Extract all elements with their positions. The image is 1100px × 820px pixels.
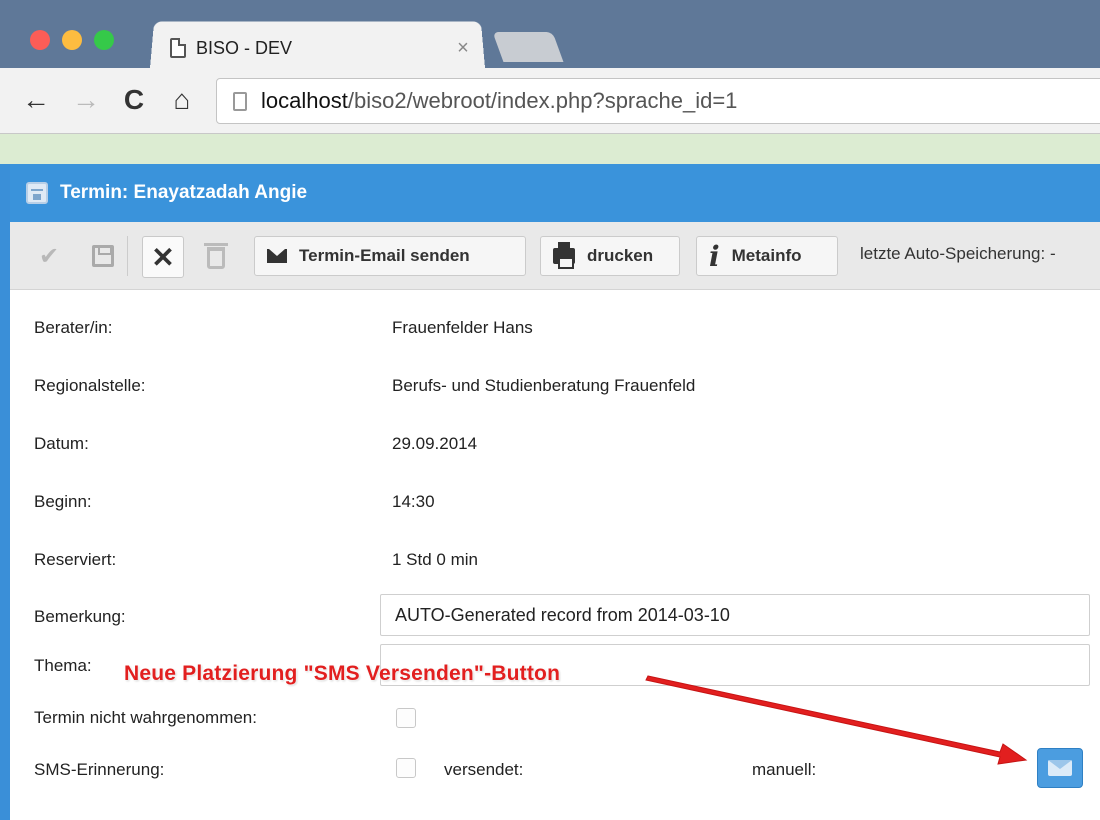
sms-erinnerung-checkbox[interactable] [396,758,416,778]
url-input[interactable]: localhost/biso2/webroot/index.php?sprach… [216,78,1100,124]
manuell-label: manuell: [752,760,817,779]
beginn-value: 14:30 [392,492,435,511]
trash-icon [204,243,228,269]
trash-button[interactable] [198,236,234,276]
forward-arrow-icon[interactable]: → [70,84,102,116]
thema-label: Thema: [34,656,92,675]
envelope-icon [267,249,287,263]
page-icon [233,91,247,111]
reserviert-label: Reserviert: [34,550,117,569]
maximize-window-button[interactable] [94,30,114,50]
dialog-left-border [0,164,10,820]
url-path: /biso2/webroot/index.php?sprache_id=1 [347,88,738,113]
metainfo-label: Metainfo [731,246,802,265]
send-email-button[interactable]: Termin-Email senden [254,236,526,276]
app-background-strip [0,134,1100,164]
reserviert-value: 1 Std 0 min [392,550,478,569]
sms-erinnerung-label: SMS-Erinnerung: [34,760,165,779]
envelope-icon [1048,760,1072,776]
autosave-status: letzte Auto-Speicherung: - [860,244,1056,263]
nicht-wahrgenommen-checkbox[interactable] [396,708,416,728]
datum-value: 29.09.2014 [392,434,478,453]
nicht-wahrgenommen-label: Termin nicht wahrgenommen: [34,708,257,727]
bemerkung-label: Bemerkung: [34,607,126,626]
save-button[interactable] [78,236,128,276]
tab-title: BISO - DEV [196,37,293,58]
info-icon: i [709,239,720,273]
regional-value: Berufs- und Studienberatung Frauenfeld [392,376,696,395]
new-tab-button[interactable] [492,32,564,62]
bemerkung-input[interactable]: AUTO-Generated record from 2014-03-10 [380,594,1090,636]
dialog-title: Termin: Enayatzadah Angie [60,182,308,203]
berater-label: Berater/in: [34,318,113,337]
regional-label: Regionalstelle: [34,376,146,395]
printer-icon [553,242,575,269]
calendar-icon [26,182,48,204]
reload-icon[interactable]: C [118,84,150,116]
dialog-header: Termin: Enayatzadah Angie [10,164,1100,222]
home-icon[interactable]: ⌂ [166,84,198,116]
browser-tab-content[interactable]: BISO - DEV × [170,30,475,66]
url-host: localhost [261,88,348,113]
versendet-label: versendet: [444,760,524,779]
beginn-label: Beginn: [34,492,92,511]
send-sms-button[interactable] [1037,748,1083,788]
metainfo-button[interactable]: i Metainfo [696,236,838,276]
print-button[interactable]: drucken [540,236,680,276]
send-email-label: Termin-Email senden [299,246,470,265]
close-x-button[interactable]: ✕ [142,236,184,278]
tab-close-icon[interactable]: × [451,37,475,60]
page-icon [170,38,186,58]
print-label: drucken [587,246,654,265]
back-arrow-icon[interactable]: ← [20,84,52,116]
minimize-window-button[interactable] [62,30,82,50]
confirm-check-icon[interactable]: ✔ [30,236,68,276]
close-window-button[interactable] [30,30,50,50]
floppy-disk-icon [91,245,114,267]
berater-value: Frauenfelder Hans [392,318,533,337]
datum-label: Datum: [34,434,89,453]
annotation-text: Neue Platzierung "SMS Versenden"-Button [124,662,561,685]
